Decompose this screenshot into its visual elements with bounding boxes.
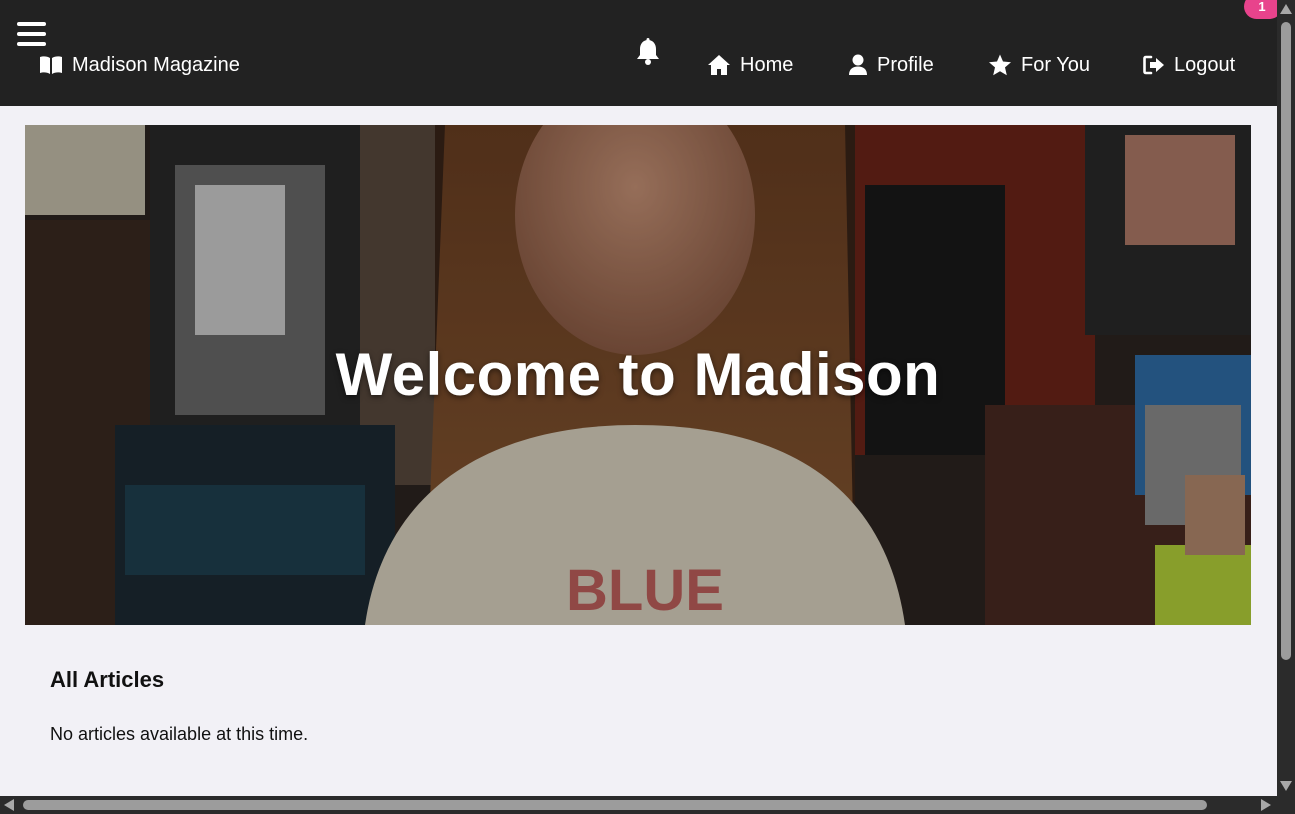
nav-for-you-link[interactable]: For You	[988, 52, 1090, 78]
scroll-left-arrow-icon[interactable]	[4, 799, 14, 811]
nav-for-you-label: For You	[1021, 53, 1090, 76]
scroll-down-arrow-icon[interactable]	[1280, 781, 1292, 791]
open-book-icon	[40, 56, 62, 74]
notifications-bell-icon[interactable]	[635, 38, 661, 66]
hero-title: Welcome to Madison	[335, 341, 941, 408]
nav-home-label: Home	[740, 53, 794, 76]
user-icon	[849, 54, 867, 75]
scrollbar-corner	[1277, 796, 1295, 814]
star-icon	[989, 54, 1011, 76]
scroll-up-arrow-icon[interactable]	[1280, 4, 1292, 14]
nav-profile-label: Profile	[877, 53, 934, 76]
notification-badge: 1	[1244, 0, 1277, 19]
hamburger-menu-icon[interactable]	[17, 22, 46, 48]
nav-home-link[interactable]: Home	[707, 52, 793, 78]
horizontal-scroll-thumb[interactable]	[23, 800, 1207, 810]
top-navbar: Madison Magazine Home Profile For You Lo…	[0, 0, 1277, 106]
page-viewport: Madison Magazine Home Profile For You Lo…	[0, 0, 1277, 796]
nav-profile-link[interactable]: Profile	[848, 52, 934, 78]
home-icon	[708, 55, 730, 75]
vertical-scroll-thumb[interactable]	[1281, 22, 1291, 660]
articles-heading: All Articles	[50, 667, 165, 692]
no-articles-message: No articles available at this time.	[50, 724, 309, 744]
hero-banner: BLUE Welcome to Madison	[25, 125, 1251, 625]
vertical-scrollbar[interactable]	[1277, 0, 1295, 796]
horizontal-scrollbar[interactable]	[0, 796, 1277, 814]
logout-icon	[1143, 55, 1164, 75]
nav-logout-label: Logout	[1174, 53, 1236, 76]
scroll-right-arrow-icon[interactable]	[1261, 799, 1271, 811]
brand-label: Madison Magazine	[72, 53, 240, 76]
nav-logout-link[interactable]: Logout	[1143, 52, 1235, 78]
brand-link[interactable]: Madison Magazine	[39, 52, 240, 78]
